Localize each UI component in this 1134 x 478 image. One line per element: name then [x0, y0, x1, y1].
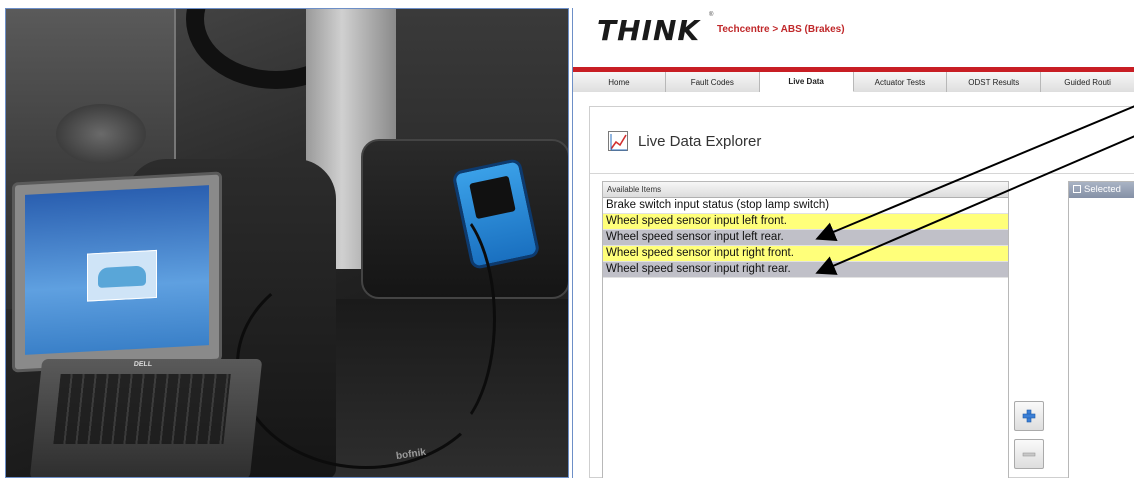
explorer-title: Live Data Explorer — [608, 131, 761, 151]
diagnostic-software: THINK ® Techcentre > ABS (Brakes) Home F… — [572, 8, 1134, 478]
selected-items-header: Selected — [1069, 182, 1134, 198]
available-items-header: Available Items — [603, 182, 1008, 198]
selected-items-label: Selected — [1084, 184, 1121, 195]
page: bofnik DELL THINK ® Techcentre > ABS (Br… — [0, 0, 1134, 478]
desktop-window — [87, 249, 157, 302]
list-item[interactable]: Wheel speed sensor input right rear. — [603, 262, 1008, 278]
keyboard — [53, 374, 231, 444]
selected-items-list: Selected — [1068, 181, 1134, 478]
tab-home[interactable]: Home — [573, 72, 666, 92]
tab-fault-codes[interactable]: Fault Codes — [665, 72, 760, 92]
laptop-brand: DELL — [133, 361, 153, 368]
app-logo: THINK — [597, 14, 701, 47]
live-data-panel: Live Data Explorer Available Items Brake… — [589, 106, 1134, 478]
plus-icon — [1022, 409, 1036, 423]
remove-item-button[interactable] — [1014, 439, 1044, 469]
laptop-base: DELL — [29, 359, 263, 477]
list-item[interactable]: Wheel speed sensor input right front. — [603, 246, 1008, 262]
tab-actuator-tests[interactable]: Actuator Tests — [853, 72, 948, 92]
list-icon — [1073, 185, 1081, 193]
list-item[interactable]: Wheel speed sensor input left rear. — [603, 230, 1008, 246]
tab-guided-routines[interactable]: Guided Routi — [1041, 72, 1134, 92]
explorer-heading: Live Data Explorer — [638, 132, 762, 150]
cable — [376, 199, 496, 439]
add-item-button[interactable] — [1014, 401, 1044, 431]
tab-odst-results[interactable]: ODST Results — [947, 72, 1042, 92]
line-chart-icon — [608, 131, 628, 151]
available-items-list: Available Items Brake switch input statu… — [602, 181, 1009, 478]
app-header: THINK ® Techcentre > ABS (Brakes) — [573, 8, 1134, 70]
divider — [590, 173, 1134, 174]
tab-live-data[interactable]: Live Data — [759, 72, 854, 92]
car-picture — [98, 265, 146, 288]
registered-mark: ® — [709, 12, 714, 18]
list-item[interactable]: Wheel speed sensor input left front. — [603, 214, 1008, 230]
list-item[interactable]: Brake switch input status (stop lamp swi… — [603, 198, 1008, 214]
car-interior-photo: bofnik DELL — [5, 8, 569, 478]
tab-bar: Home Fault Codes Live Data Actuator Test… — [573, 72, 1134, 92]
laptop-lid — [12, 171, 222, 373]
breadcrumb: Techcentre > ABS (Brakes) — [717, 24, 845, 35]
device-screen — [469, 175, 516, 220]
minus-icon — [1022, 452, 1036, 457]
door-handle — [56, 104, 146, 164]
laptop-screen — [25, 185, 209, 355]
